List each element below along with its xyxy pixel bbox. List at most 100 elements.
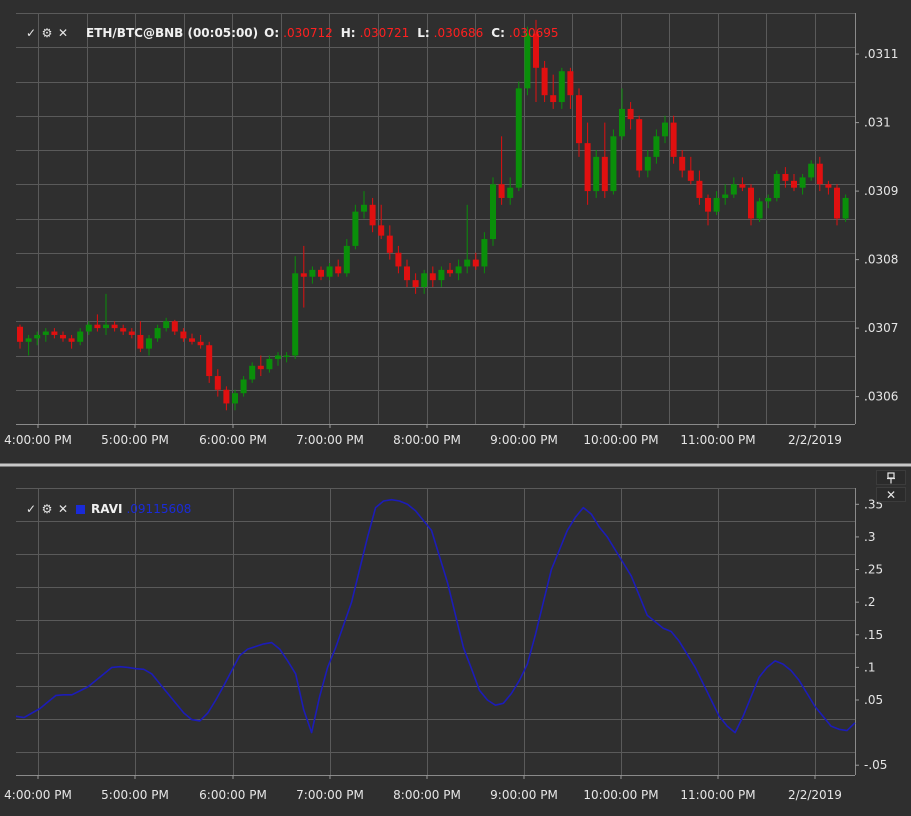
candle-body bbox=[507, 187, 514, 198]
gear-icon[interactable]: ⚙ bbox=[40, 502, 54, 516]
candle-body bbox=[232, 393, 238, 404]
y-tick-label: .031 bbox=[864, 116, 891, 130]
pin-icon bbox=[887, 471, 895, 483]
candle-body bbox=[705, 197, 711, 212]
y-tick-label: .3 bbox=[864, 530, 875, 544]
open-label: O: bbox=[264, 26, 280, 40]
candle-body bbox=[610, 136, 617, 192]
check-icon[interactable]: ✓ bbox=[24, 502, 38, 516]
candle-body bbox=[352, 211, 359, 246]
candle-body bbox=[584, 143, 591, 192]
candle-body bbox=[464, 259, 471, 267]
candle-body bbox=[550, 95, 557, 103]
x-tick-label: 5:00:00 PM bbox=[101, 433, 169, 447]
candle-body bbox=[687, 170, 694, 181]
candle-body bbox=[275, 355, 281, 359]
x-tick-label: 2/2/2019 bbox=[788, 433, 842, 447]
y-tick-label: .15 bbox=[864, 628, 883, 642]
candle-body bbox=[154, 328, 161, 339]
y-tick-label: .0311 bbox=[864, 47, 898, 61]
candle-body bbox=[309, 269, 316, 277]
candle-body bbox=[17, 326, 23, 342]
y-tick-label: .0306 bbox=[864, 390, 898, 404]
candle-body bbox=[318, 269, 324, 277]
candle-body bbox=[404, 266, 410, 281]
x-tick-label: 7:00:00 PM bbox=[296, 433, 364, 447]
candle-body bbox=[326, 266, 333, 277]
candle-body bbox=[94, 324, 101, 329]
candle-body bbox=[137, 334, 144, 349]
candle-body bbox=[670, 122, 677, 157]
candle-body bbox=[842, 197, 849, 219]
candle-body bbox=[206, 345, 213, 377]
candle-body bbox=[240, 379, 247, 394]
y-tick-label: .0308 bbox=[864, 253, 898, 267]
x-tick-label: 4:00:00 PM bbox=[4, 433, 72, 447]
candle-body bbox=[68, 338, 75, 342]
ravi-grid bbox=[16, 488, 856, 776]
series-swatch bbox=[76, 504, 85, 514]
y-tick-label: -.05 bbox=[864, 758, 887, 772]
candle-body bbox=[25, 338, 32, 342]
candle-body bbox=[696, 180, 703, 198]
candle-body bbox=[472, 259, 479, 267]
candle-body bbox=[128, 331, 135, 335]
y-tick-label: .1 bbox=[864, 660, 875, 674]
candle-body bbox=[283, 355, 290, 357]
candle-body bbox=[481, 239, 488, 267]
candle-body bbox=[799, 177, 806, 188]
candle-body bbox=[266, 358, 273, 370]
candle-body bbox=[834, 187, 840, 219]
indicator-value: .09115608 bbox=[126, 502, 192, 516]
x-tick-label: 10:00:00 PM bbox=[583, 788, 658, 802]
candle-body bbox=[197, 341, 204, 346]
close-icon[interactable]: ✕ bbox=[56, 26, 70, 40]
candle-body bbox=[51, 331, 58, 335]
candle-body bbox=[498, 184, 505, 198]
x-tick-label: 6:00:00 PM bbox=[199, 433, 267, 447]
gear-icon[interactable]: ⚙ bbox=[40, 26, 54, 40]
candle-body bbox=[816, 163, 823, 185]
pin-pane-button[interactable] bbox=[876, 470, 906, 485]
candle-body bbox=[421, 273, 428, 287]
candle-body bbox=[369, 204, 376, 226]
low-value: .030686 bbox=[433, 26, 484, 40]
ravi-series bbox=[15, 498, 856, 734]
x-tick-label: 8:00:00 PM bbox=[393, 433, 461, 447]
close-icon[interactable]: ✕ bbox=[56, 502, 70, 516]
candle-body bbox=[808, 163, 815, 178]
candle-body bbox=[756, 201, 763, 219]
candle-body bbox=[722, 194, 729, 198]
x-tick-label: 7:00:00 PM bbox=[296, 788, 364, 802]
x-tick-label: 11:00:00 PM bbox=[680, 788, 755, 802]
y-tick-label: .0309 bbox=[864, 184, 898, 198]
candle-body bbox=[395, 252, 402, 267]
close-pane-button[interactable]: ✕ bbox=[876, 487, 906, 502]
candle-body bbox=[335, 266, 342, 274]
candle-body bbox=[662, 122, 668, 137]
candle-body bbox=[249, 365, 256, 380]
candle-body bbox=[541, 67, 548, 96]
candle-body bbox=[300, 273, 307, 277]
x-tick-label: 10:00:00 PM bbox=[583, 433, 658, 447]
ravi-y-axis: .35.3.25.2.15.1.05-.05 bbox=[855, 497, 887, 772]
price-candles bbox=[17, 19, 849, 411]
chart-canvas[interactable]: .0306 .0307 .0308 .0309 .031 .0311 4:00:00 PM… bbox=[0, 0, 911, 816]
candle-body bbox=[343, 245, 350, 274]
candle-body bbox=[713, 197, 720, 212]
y-tick-label: .2 bbox=[864, 595, 875, 609]
x-tick-label: 5:00:00 PM bbox=[101, 788, 169, 802]
candle-body bbox=[85, 324, 92, 332]
low-label: L: bbox=[417, 26, 430, 40]
ravi-legend: ✓ ⚙ ✕ RAVI .09115608 bbox=[24, 500, 191, 518]
x-tick-label: 8:00:00 PM bbox=[393, 788, 461, 802]
candle-body bbox=[782, 173, 789, 181]
candle-body bbox=[567, 71, 574, 96]
ravi-line bbox=[15, 498, 856, 734]
candle-body bbox=[120, 328, 127, 332]
candle-body bbox=[619, 108, 625, 137]
check-icon[interactable]: ✓ bbox=[24, 26, 38, 40]
candle-body bbox=[60, 334, 66, 339]
candle-body bbox=[438, 269, 445, 281]
candle-body bbox=[292, 273, 299, 356]
